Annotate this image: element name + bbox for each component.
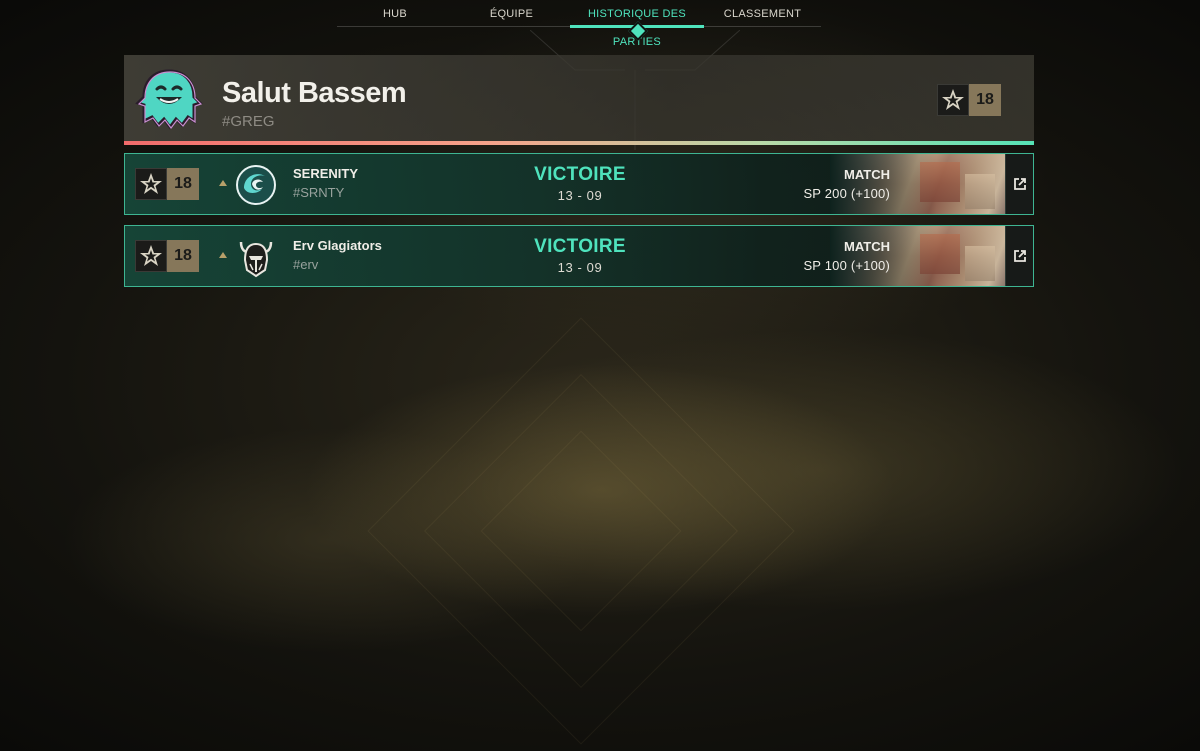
rank-level: 18 xyxy=(167,168,199,200)
sp-value: SP 200 (+100) xyxy=(803,186,890,201)
map-thumbnail xyxy=(830,226,1008,286)
tab-equipe[interactable]: ÉQUIPE xyxy=(453,0,570,26)
profile-tag: #GREG xyxy=(222,113,275,130)
rank-level: 18 xyxy=(167,240,199,272)
profile-rank-badge: 18 xyxy=(937,84,1001,116)
match-result: VICTOIRE xyxy=(534,164,626,185)
team-name: Erv Glagiators xyxy=(293,238,382,253)
profile-name: Salut Bassem xyxy=(222,77,407,109)
match-rank-badge: 18 xyxy=(135,240,199,272)
rank-star-icon xyxy=(135,168,167,200)
match-rank-badge: 18 xyxy=(135,168,199,200)
rank-star-icon xyxy=(135,240,167,272)
serenity-wave-logo-icon xyxy=(236,165,276,205)
match-result: VICTOIRE xyxy=(534,236,626,257)
team-name: SERENITY xyxy=(293,166,359,181)
tab-hub[interactable]: HUB xyxy=(337,0,453,26)
team-tag: #SRNTY xyxy=(293,185,345,200)
map-thumbnail xyxy=(830,154,1008,214)
match-mode: MATCH xyxy=(844,239,890,254)
match-row[interactable]: 18 Erv Glagiators #erv VICTOIRE 13 - 09 … xyxy=(124,225,1034,287)
rank-level: 18 xyxy=(969,84,1001,116)
match-score: 13 - 09 xyxy=(557,260,603,275)
external-link-icon xyxy=(1013,250,1026,262)
open-match-button[interactable] xyxy=(1005,226,1033,286)
external-link-icon xyxy=(1013,178,1026,190)
gladiator-helmet-logo-icon xyxy=(239,241,273,278)
rank-star-icon xyxy=(937,84,969,116)
team-tag: #erv xyxy=(293,257,319,272)
match-row[interactable]: 18 SERENITY #SRNTY VICTOIRE 13 - 09 MATC… xyxy=(124,153,1034,215)
match-score: 13 - 09 xyxy=(557,188,603,203)
open-match-button[interactable] xyxy=(1005,154,1033,214)
rank-up-arrow-icon xyxy=(219,252,227,258)
ghost-avatar-icon xyxy=(135,69,203,130)
match-mode: MATCH xyxy=(844,167,890,182)
tab-classement[interactable]: CLASSEMENT xyxy=(704,0,821,26)
top-navigation: HUB ÉQUIPE HISTORIQUE DES PARTIES CLASSE… xyxy=(337,0,821,48)
sp-value: SP 100 (+100) xyxy=(803,258,890,273)
rank-up-arrow-icon xyxy=(219,180,227,186)
profile-gradient-bar xyxy=(124,141,1034,145)
profile-header: Salut Bassem #GREG 18 xyxy=(124,55,1034,141)
